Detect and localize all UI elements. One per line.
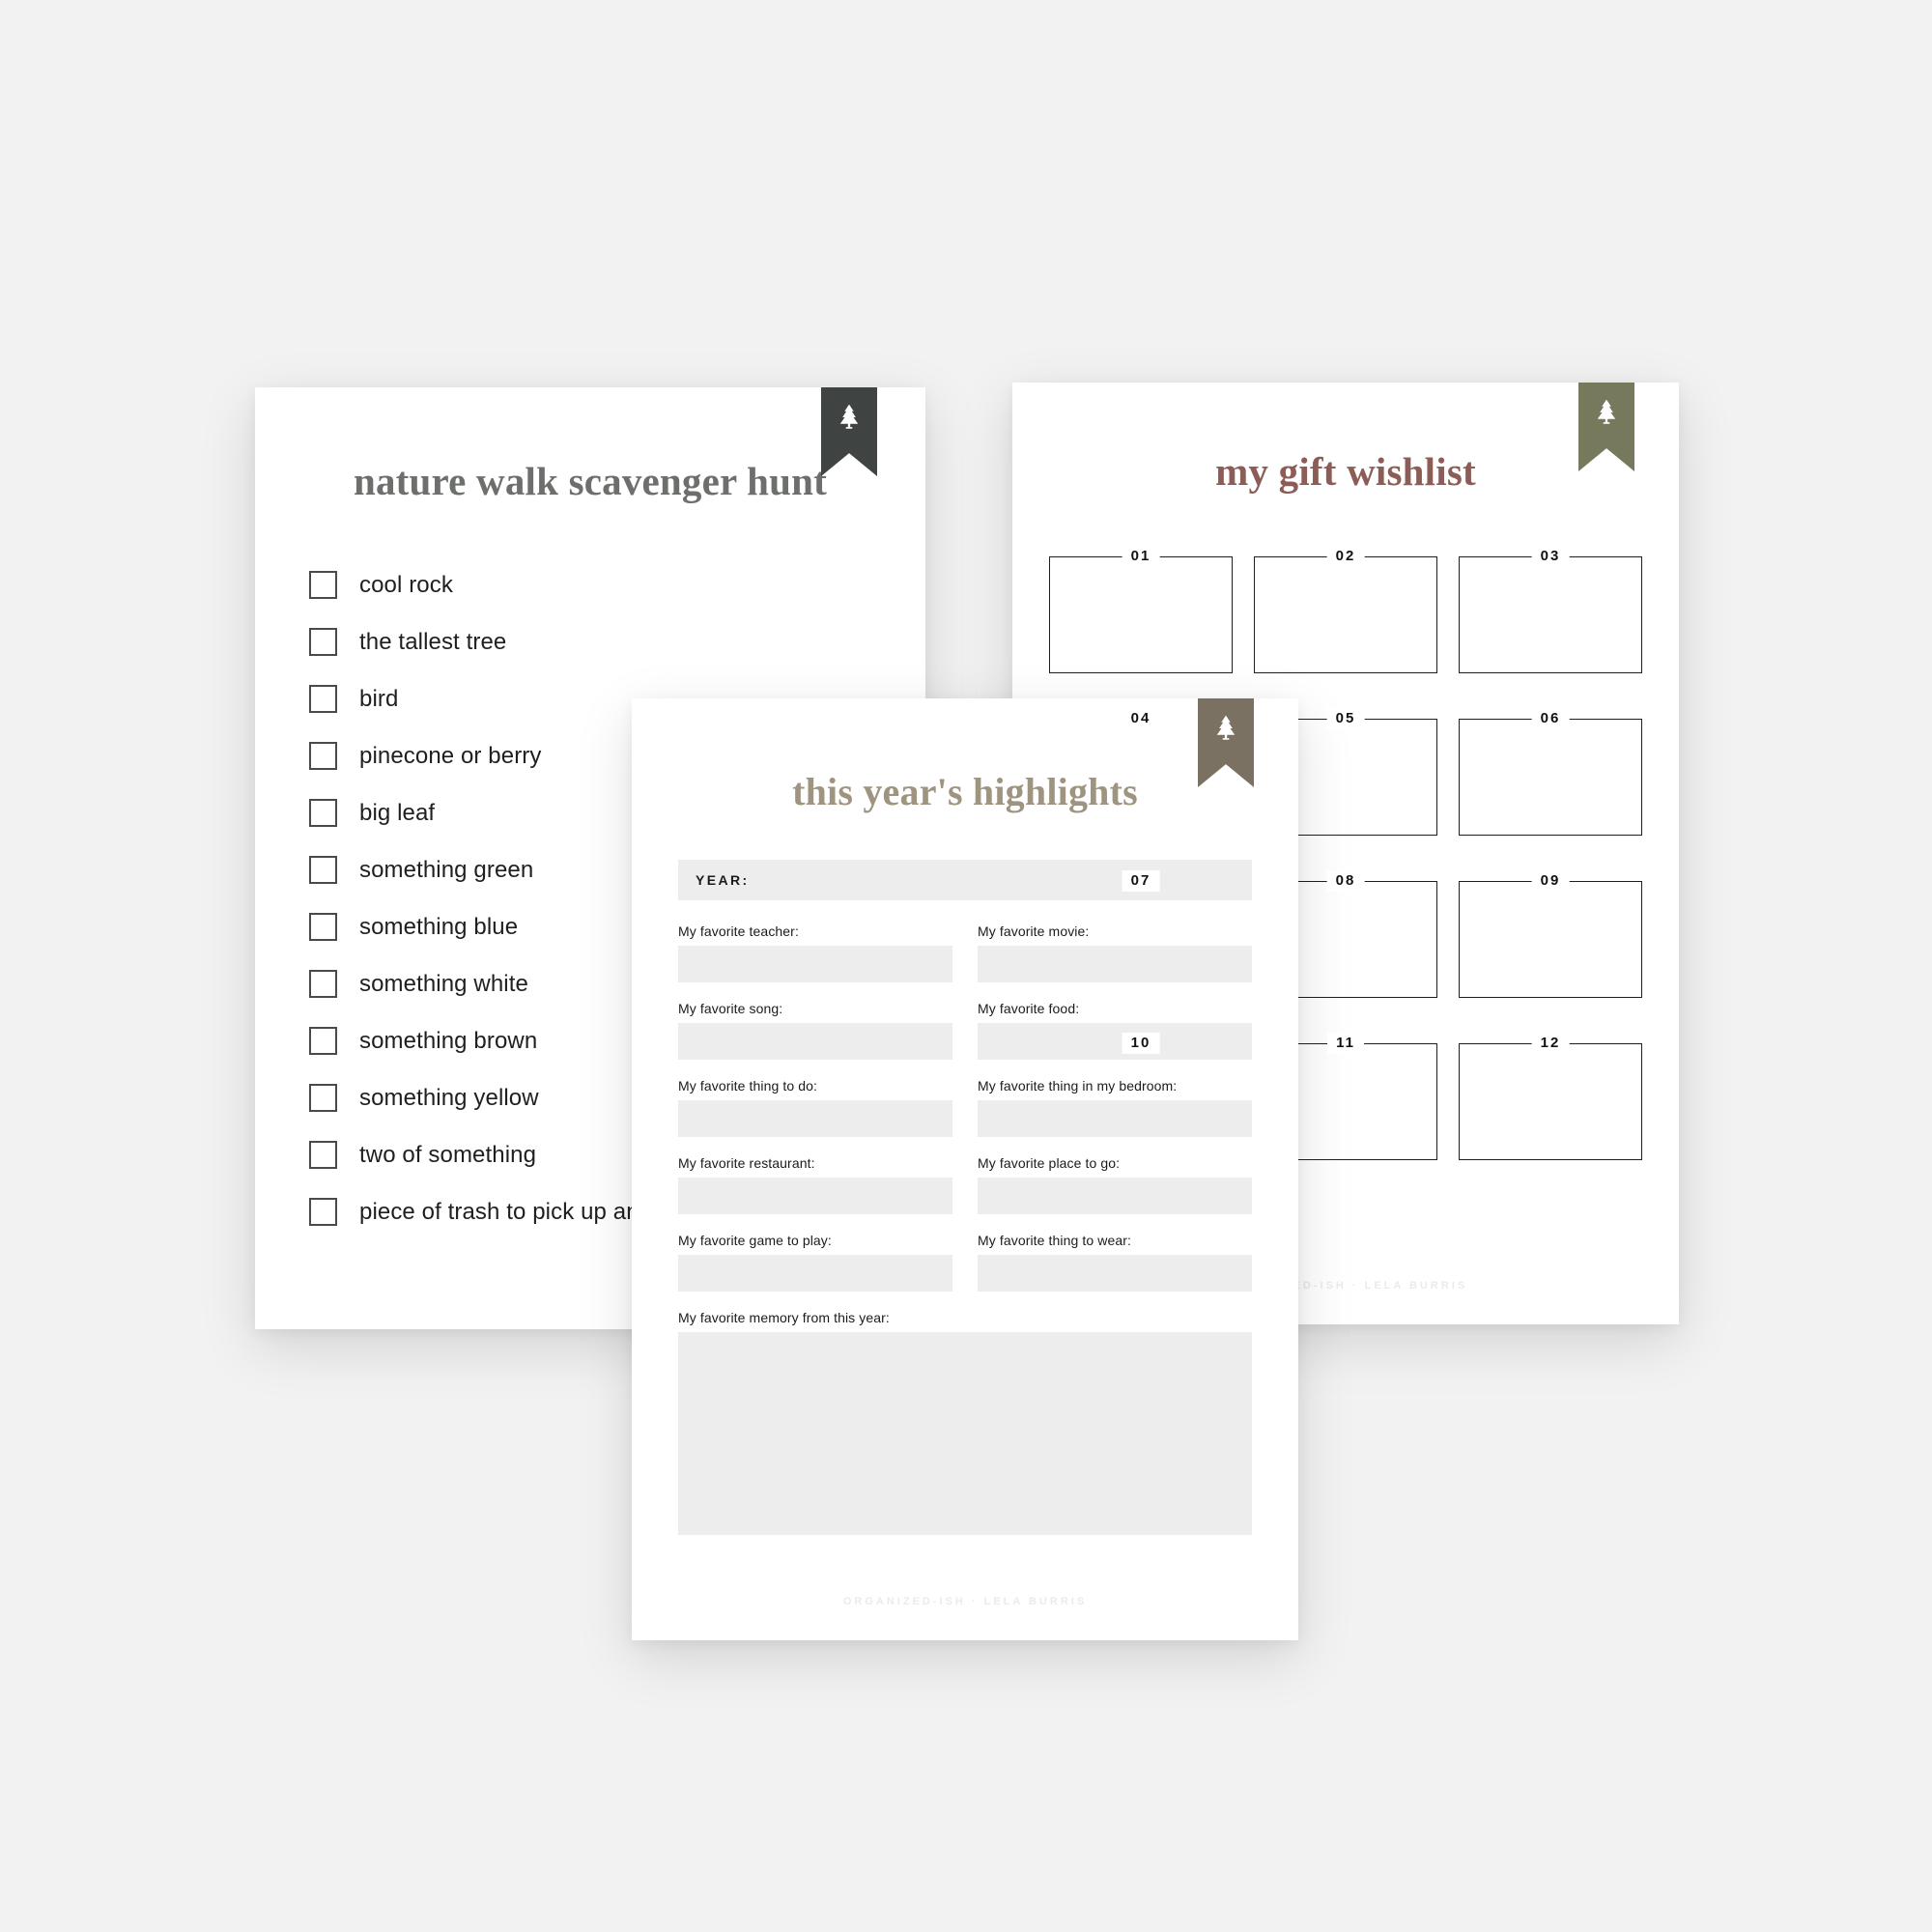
form-field: My favorite thing to wear: bbox=[978, 1233, 1252, 1292]
slot-number: 09 bbox=[1531, 870, 1570, 892]
form-field: My favorite restaurant: bbox=[678, 1155, 952, 1214]
field-input[interactable] bbox=[678, 946, 952, 982]
list-item-label: bird bbox=[359, 685, 399, 712]
field-label: My favorite movie: bbox=[978, 923, 1090, 939]
list-item-label: big leaf bbox=[359, 799, 436, 826]
highlights-form: YEAR: My favorite teacher: My favorite m… bbox=[632, 860, 1298, 1535]
highlights-sheet[interactable]: this year's highlights YEAR: My favorite… bbox=[632, 698, 1298, 1640]
slot-number: 01 bbox=[1122, 546, 1160, 567]
list-item-label: something blue bbox=[359, 913, 519, 940]
sheet-footer: ORGANIZED-ISH · LELA BURRIS bbox=[842, 1596, 1088, 1607]
list-item-label: something green bbox=[359, 856, 534, 883]
field-input[interactable] bbox=[678, 1023, 952, 1060]
form-field: My favorite food: bbox=[978, 1001, 1252, 1060]
wishlist-slot[interactable]: 06 bbox=[1459, 708, 1642, 836]
field-input[interactable] bbox=[978, 1023, 1252, 1060]
list-item-label: something white bbox=[359, 970, 528, 997]
field-input[interactable] bbox=[978, 946, 1252, 982]
checkbox[interactable] bbox=[309, 913, 337, 941]
list-item-label: cool rock bbox=[359, 571, 453, 598]
year-field[interactable]: YEAR: bbox=[678, 860, 1252, 900]
slot-write-area[interactable] bbox=[1459, 881, 1642, 998]
slot-number: 05 bbox=[1326, 708, 1365, 729]
list-item-label: two of something bbox=[359, 1141, 537, 1168]
slot-write-area[interactable] bbox=[1254, 556, 1437, 673]
field-label: My favorite food: bbox=[978, 1001, 1080, 1016]
form-field: My favorite movie: bbox=[978, 923, 1252, 982]
printables-preview-stage: nature walk scavenger hunt cool rock the… bbox=[0, 0, 1932, 1932]
slot-number: 02 bbox=[1326, 546, 1365, 567]
form-field: My favorite game to play: bbox=[678, 1233, 952, 1292]
form-field: My favorite teacher: bbox=[678, 923, 952, 982]
checkbox[interactable] bbox=[309, 799, 337, 827]
slot-write-area[interactable] bbox=[1049, 556, 1233, 673]
list-item[interactable]: cool rock bbox=[309, 556, 925, 613]
wishlist-slot[interactable]: 09 bbox=[1459, 870, 1642, 998]
slot-number: 11 bbox=[1327, 1033, 1364, 1054]
list-item[interactable]: the tallest tree bbox=[309, 613, 925, 670]
form-field: My favorite thing to do: bbox=[678, 1078, 952, 1137]
field-label: My favorite place to go: bbox=[978, 1155, 1121, 1171]
checkbox[interactable] bbox=[309, 571, 337, 599]
slot-write-area[interactable] bbox=[1459, 719, 1642, 836]
pine-tree-icon bbox=[1216, 715, 1236, 740]
form-field: My favorite thing in my bedroom: bbox=[978, 1078, 1252, 1137]
slot-number: 08 bbox=[1326, 870, 1365, 892]
checkbox[interactable] bbox=[309, 628, 337, 656]
field-label: My favorite song: bbox=[678, 1001, 783, 1016]
pine-tree-icon bbox=[839, 404, 859, 429]
slot-number: 12 bbox=[1531, 1033, 1570, 1054]
pine-tree-icon bbox=[1597, 399, 1616, 424]
field-label: My favorite teacher: bbox=[678, 923, 799, 939]
checkbox[interactable] bbox=[309, 856, 337, 884]
field-input[interactable] bbox=[978, 1255, 1252, 1292]
checkbox[interactable] bbox=[309, 1141, 337, 1169]
checkbox[interactable] bbox=[309, 1027, 337, 1055]
field-input[interactable] bbox=[978, 1178, 1252, 1214]
checkbox[interactable] bbox=[309, 1198, 337, 1226]
field-textarea[interactable] bbox=[678, 1332, 1252, 1535]
wishlist-slot[interactable]: 03 bbox=[1459, 546, 1642, 673]
field-input[interactable] bbox=[678, 1255, 952, 1292]
field-label: My favorite restaurant: bbox=[678, 1155, 815, 1171]
wishlist-slot[interactable]: 12 bbox=[1459, 1033, 1642, 1160]
form-field: My favorite song: bbox=[678, 1001, 952, 1060]
list-item-label: something brown bbox=[359, 1027, 538, 1054]
list-item-label: the tallest tree bbox=[359, 628, 507, 655]
field-label: My favorite thing in my bedroom: bbox=[978, 1078, 1178, 1094]
field-input[interactable] bbox=[678, 1178, 952, 1214]
field-input[interactable] bbox=[978, 1100, 1252, 1137]
slot-write-area[interactable] bbox=[1459, 1043, 1642, 1160]
checkbox[interactable] bbox=[309, 685, 337, 713]
wishlist-slot[interactable]: 01 bbox=[1049, 546, 1233, 673]
favorites-field-grid: My favorite teacher: My favorite movie: … bbox=[678, 923, 1252, 1535]
slot-number: 04 bbox=[1122, 708, 1160, 729]
slot-number: 10 bbox=[1122, 1033, 1160, 1054]
list-item-label: something yellow bbox=[359, 1084, 539, 1111]
slot-number: 06 bbox=[1531, 708, 1570, 729]
year-label: YEAR: bbox=[696, 872, 750, 888]
checkbox[interactable] bbox=[309, 970, 337, 998]
form-field: My favorite place to go: bbox=[978, 1155, 1252, 1214]
field-label: My favorite thing to do: bbox=[678, 1078, 818, 1094]
field-label: My favorite game to play: bbox=[678, 1233, 832, 1248]
field-label: My favorite thing to wear: bbox=[978, 1233, 1131, 1248]
slot-number: 03 bbox=[1531, 546, 1570, 567]
list-item-label: pinecone or berry bbox=[359, 742, 542, 769]
checkbox[interactable] bbox=[309, 1084, 337, 1112]
field-input[interactable] bbox=[678, 1100, 952, 1137]
form-field-memory: My favorite memory from this year: bbox=[678, 1310, 1252, 1535]
slot-number: 07 bbox=[1122, 870, 1160, 892]
wishlist-slot[interactable]: 02 bbox=[1254, 546, 1437, 673]
checkbox[interactable] bbox=[309, 742, 337, 770]
slot-write-area[interactable] bbox=[1459, 556, 1642, 673]
field-label: My favorite memory from this year: bbox=[678, 1310, 890, 1325]
